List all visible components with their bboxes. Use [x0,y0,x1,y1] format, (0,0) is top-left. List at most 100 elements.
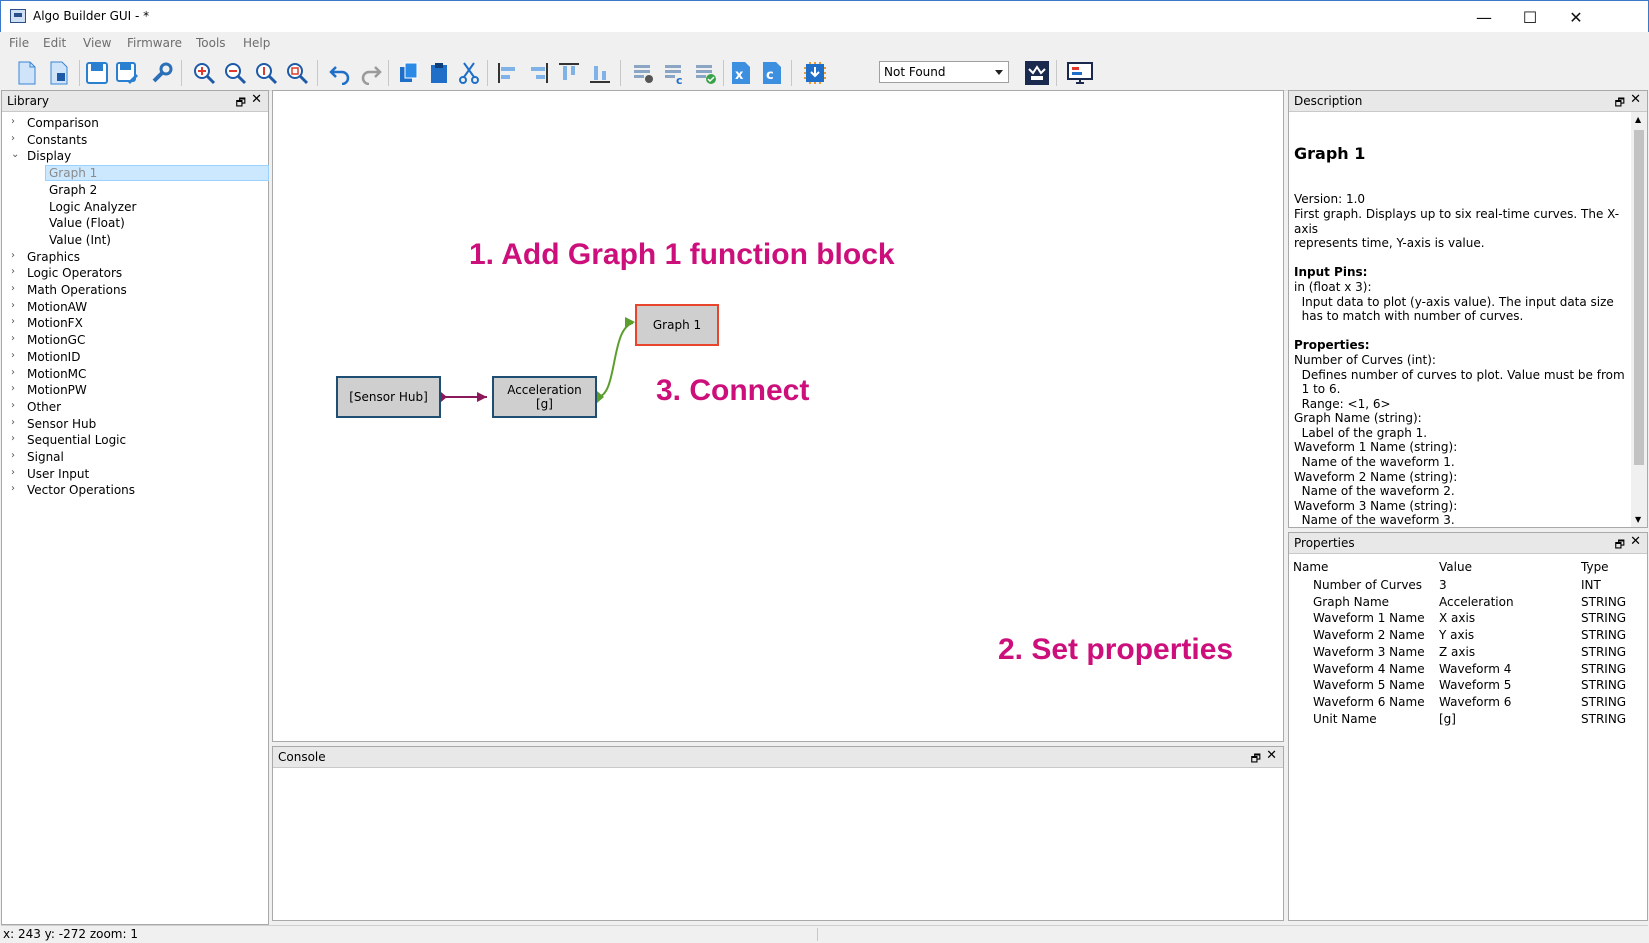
description-scrollbar[interactable]: ▲ ▼ [1631,112,1647,527]
tree-category[interactable]: › Signal [2,449,268,465]
chevron-down-icon[interactable]: ⌄ [11,149,19,160]
close-button[interactable]: ✕ [1553,1,1599,33]
link-acceleration-graph1[interactable] [596,322,634,398]
scroll-down-icon[interactable]: ▼ [1635,515,1641,524]
chevron-right-icon[interactable]: › [11,483,15,494]
block-sensor-hub[interactable]: [Sensor Hub] [336,376,441,418]
monitor-icon[interactable] [1067,60,1093,86]
tree-category[interactable]: › Graphics [2,249,268,265]
property-value[interactable]: Waveform 4 [1439,662,1511,676]
tree-category[interactable]: › Comparison [2,115,268,131]
paste-icon[interactable] [426,60,452,86]
close-panel-icon[interactable]: ✕ [1630,534,1641,549]
table-row[interactable]: Unit Name [g] STRING [1289,711,1647,727]
chevron-right-icon[interactable]: › [11,283,15,294]
scroll-up-icon[interactable]: ▲ [1635,115,1641,124]
redo-icon[interactable] [358,60,384,86]
tree-item[interactable]: Value (Float) [2,215,268,231]
chevron-right-icon[interactable]: › [11,250,15,261]
tree-category[interactable]: › Math Operations [2,282,268,298]
generate-firmware-icon[interactable] [631,60,657,86]
table-row[interactable]: Graph Name Acceleration STRING [1289,594,1647,610]
export-excel-icon[interactable]: x [728,60,754,86]
save-icon[interactable] [84,60,110,86]
tree-category[interactable]: ⌄ Display [2,148,268,164]
maximize-button[interactable]: ☐ [1507,1,1553,33]
chevron-right-icon[interactable]: › [11,350,15,361]
export-c-file-icon[interactable]: c [759,60,785,86]
tree-category[interactable]: › MotionFX [2,315,268,331]
block-graph-1[interactable]: Graph 1 [635,304,719,346]
tree-category[interactable]: › MotionID [2,349,268,365]
tree-category[interactable]: › Other [2,399,268,415]
menu-help[interactable]: Help [243,36,270,50]
menu-tools[interactable]: Tools [196,36,226,50]
minimize-button[interactable]: — [1461,1,1507,33]
table-row[interactable]: Waveform 1 Name X axis STRING [1289,610,1647,626]
generate-c-code-icon[interactable]: c [662,60,688,86]
tree-category[interactable]: › MotionPW [2,382,268,398]
tree-item[interactable]: Logic Analyzer [2,199,268,215]
zoom-fit-icon[interactable] [284,60,310,86]
new-file-icon[interactable] [14,60,40,86]
target-device-select[interactable]: Not Found [879,61,1009,83]
menu-view[interactable]: View [83,36,111,50]
property-value[interactable]: X axis [1439,611,1475,625]
property-value[interactable]: Z axis [1439,645,1475,659]
tree-category[interactable]: › MotionGC [2,332,268,348]
close-panel-icon[interactable]: ✕ [1266,748,1277,763]
property-value[interactable]: Waveform 5 [1439,678,1511,692]
tree-item[interactable]: Graph 2 [2,182,268,198]
chevron-right-icon[interactable]: › [11,417,15,428]
chevron-right-icon[interactable]: › [11,133,15,144]
cut-icon[interactable] [456,60,482,86]
float-panel-icon[interactable]: 🗗 [1251,750,1261,769]
zoom-in-icon[interactable] [191,60,217,86]
property-value[interactable]: Y axis [1439,628,1474,642]
menu-file[interactable]: File [9,36,29,50]
tree-category[interactable]: › MotionMC [2,366,268,382]
table-row[interactable]: Waveform 4 Name Waveform 4 STRING [1289,661,1647,677]
connect-board-icon[interactable] [1024,60,1050,86]
float-panel-icon[interactable]: 🗗 [236,94,246,113]
column-header-value[interactable]: Value [1439,560,1472,574]
align-bottom-icon[interactable] [587,60,613,86]
console-output[interactable] [273,768,1283,920]
tree-item[interactable]: Value (Int) [2,232,268,248]
column-header-name[interactable]: Name [1293,560,1328,574]
save-as-icon[interactable] [114,60,140,86]
block-acceleration[interactable]: Acceleration [g] [492,376,597,418]
zoom-out-icon[interactable] [222,60,248,86]
chevron-right-icon[interactable]: › [11,333,15,344]
flash-firmware-icon[interactable] [802,60,828,86]
align-left-icon[interactable] [495,60,521,86]
chevron-right-icon[interactable]: › [11,433,15,444]
close-panel-icon[interactable]: ✕ [1630,92,1641,107]
property-value[interactable]: Acceleration [1439,595,1514,609]
zoom-reset-icon[interactable] [253,60,279,86]
design-canvas[interactable]: [Sensor Hub] Acceleration [g] Graph 1 1.… [272,90,1284,742]
chevron-right-icon[interactable]: › [11,300,15,311]
menu-edit[interactable]: Edit [43,36,66,50]
undo-icon[interactable] [327,60,353,86]
output-pin[interactable] [441,392,447,402]
settings-wrench-icon[interactable] [149,60,175,86]
property-value[interactable]: [g] [1439,712,1456,726]
menu-firmware[interactable]: Firmware [127,36,182,50]
tree-category[interactable]: › Vector Operations [2,482,268,498]
tree-category[interactable]: › User Input [2,466,268,482]
tree-item[interactable]: Graph 1 [2,165,269,182]
align-right-icon[interactable] [525,60,551,86]
chevron-right-icon[interactable]: › [11,367,15,378]
table-row[interactable]: Number of Curves 3 INT [1289,577,1647,593]
table-row[interactable]: Waveform 5 Name Waveform 5 STRING [1289,677,1647,693]
tree-category[interactable]: › Logic Operators [2,265,268,281]
float-panel-icon[interactable]: 🗗 [1615,536,1625,555]
validate-design-icon[interactable] [693,60,719,86]
chevron-right-icon[interactable]: › [11,467,15,478]
chevron-right-icon[interactable]: › [11,400,15,411]
tree-category[interactable]: › Sensor Hub [2,416,268,432]
chevron-right-icon[interactable]: › [11,266,15,277]
table-row[interactable]: Waveform 2 Name Y axis STRING [1289,627,1647,643]
close-panel-icon[interactable]: ✕ [251,92,262,107]
